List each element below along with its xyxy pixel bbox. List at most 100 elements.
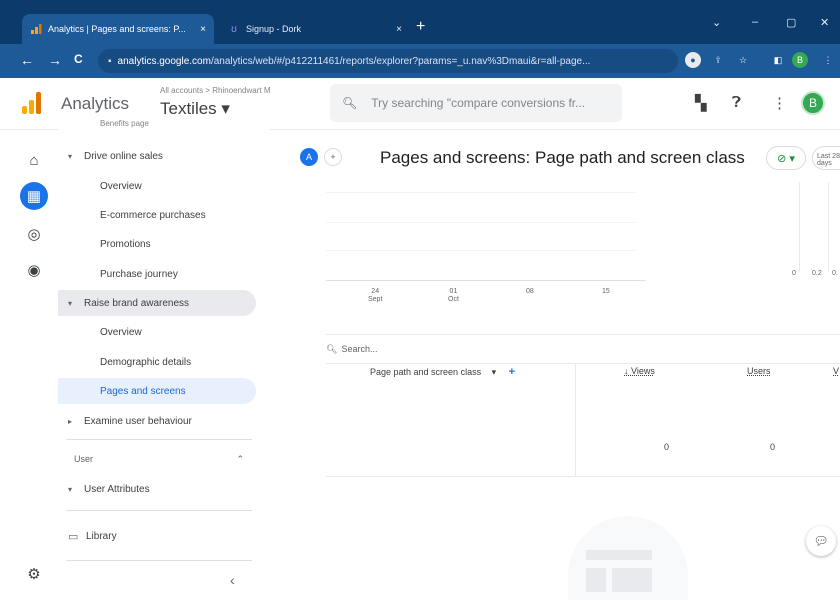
sidebar-item-promotions[interactable]: Promotions [58, 231, 151, 257]
side-chart-tick: 0 [792, 270, 796, 277]
close-window-button[interactable]: ✕ [820, 16, 829, 29]
lock-icon: ▪ [108, 55, 112, 67]
tab-close-icon[interactable]: × [200, 24, 206, 35]
explore-icon[interactable]: ◎ [22, 222, 46, 246]
tab-title: Analytics | Pages and screens: P... [48, 24, 186, 34]
browser-tab-strip: Analytics | Pages and screens: P... × ʊ … [0, 0, 840, 44]
more-options-icon[interactable]: ⋮ [772, 94, 787, 112]
x-tick-label: 08 [526, 288, 534, 295]
table-search-input[interactable]: 🔍︎ Search... [326, 334, 840, 364]
analytics-favicon [30, 23, 42, 35]
sidebar-item-label: Pages and screens [100, 385, 186, 397]
comparison-a-badge[interactable]: A [300, 148, 318, 166]
sidebar-item-label: Raise brand awareness [84, 297, 190, 309]
x-tick-label: 01 Oct [448, 288, 459, 303]
chevron-up-icon: ⌃ [236, 453, 244, 464]
dimension-column-header[interactable]: Page path and screen class ▾ + [370, 366, 515, 378]
views-column-header[interactable]: ↓ Views [624, 366, 655, 376]
extension-icon[interactable]: ● [685, 52, 701, 68]
sidebar-item-overview[interactable]: Overview [58, 173, 142, 199]
minimize-button[interactable]: – [752, 16, 758, 28]
section-label: User [74, 454, 94, 464]
gridline [326, 222, 636, 223]
cut-column-header[interactable]: V [833, 366, 839, 376]
table-search-placeholder: Search... [341, 344, 378, 354]
property-selector[interactable]: Textiles ▾ [160, 99, 230, 119]
home-icon[interactable]: ⌂ [22, 148, 46, 172]
forward-button[interactable]: → [48, 52, 62, 68]
side-chart-axis [828, 182, 829, 272]
add-comparison-button[interactable]: + [324, 148, 342, 166]
x-tick-label: 24 Sept [368, 288, 383, 303]
sidebar-item-label: Benefits page [100, 118, 149, 128]
add-dimension-icon[interactable]: + [509, 366, 515, 378]
gridline [326, 192, 636, 193]
divider [66, 510, 252, 511]
column-divider [575, 364, 576, 476]
tab-search-icon[interactable]: ⌄ [712, 16, 721, 29]
side-chart-tick: 0. [832, 270, 838, 277]
date-range-button[interactable]: Last 28 days [812, 146, 840, 170]
x-tick-label: 15 [602, 288, 610, 295]
page-title: Pages and screens: Page path and screen … [380, 148, 745, 167]
users-total-cell: 0 [770, 442, 776, 452]
feedback-icon[interactable]: 💬︎ [806, 526, 836, 556]
gridline [326, 250, 636, 251]
settings-gear-icon[interactable]: ⚙ [22, 562, 46, 586]
empty-state-illustration [568, 516, 688, 600]
advertising-icon[interactable]: ◉ [22, 258, 46, 282]
row-divider [326, 476, 840, 477]
share-icon[interactable]: ⇪ [710, 52, 726, 68]
sidebar-item-label: Overview [100, 326, 142, 338]
sidebar-item-label: Library [86, 530, 117, 542]
sidebar-item-user-attributes[interactable]: ▾ User Attributes [58, 476, 150, 502]
avatar[interactable]: B [801, 91, 825, 115]
dropdown-caret-icon[interactable]: ▾ [492, 367, 497, 377]
sidebar-item-label: Drive online sales [84, 150, 163, 162]
sidebar-item-brand-overview[interactable]: Overview [58, 319, 142, 345]
x-axis-line [326, 280, 646, 281]
sidebar-item-demographic-details[interactable]: Demographic details [58, 349, 191, 375]
sidebar-item-label: Overview [100, 180, 142, 192]
report-main: A + Pages and screens: Page path and scr… [270, 130, 840, 600]
profile-icon[interactable]: B [792, 52, 808, 68]
sidebar-item-purchase-journey[interactable]: Purchase journey [58, 261, 178, 287]
tab-signup[interactable]: ʊ Signup - Dork × [220, 14, 410, 44]
sidebar-item-pages-and-screens[interactable]: Pages and screens [58, 378, 256, 404]
tab-analytics[interactable]: Analytics | Pages and screens: P... × [22, 14, 214, 44]
search-input[interactable]: 🔍︎ Try searching "compare conversions fr… [330, 84, 622, 122]
help-icon[interactable]: ❓︎ [732, 94, 741, 111]
chevron-right-icon: ▸ [68, 416, 73, 426]
account-breadcrumb[interactable]: All accounts > Rhinoendwart M [160, 86, 271, 95]
maximize-button[interactable]: ▢ [786, 16, 796, 29]
sidebar-item-label: Purchase journey [100, 268, 178, 280]
search-icon: 🔍︎ [342, 96, 358, 110]
sidebar-item-raise-brand-awareness[interactable]: ▾ Raise brand awareness [58, 290, 256, 316]
sidebar-section-user[interactable]: User ⌃ [58, 446, 256, 472]
sidepanel-icon[interactable]: ◧ [770, 52, 786, 68]
tab-title: Signup - Dork [246, 24, 302, 34]
sidebar-item-examine-user-behaviour[interactable]: ▸ Examine user behaviour [58, 408, 192, 434]
analytics-logo-icon[interactable] [22, 92, 44, 114]
sidebar-item-library[interactable]: ▭ Library [58, 523, 117, 549]
new-tab-button[interactable]: + [416, 18, 425, 36]
apps-grid-icon[interactable]: ▚ [695, 94, 707, 112]
reload-button[interactable]: C [74, 52, 83, 66]
url-host: analytics.google.com [117, 55, 211, 67]
url-field[interactable]: ▪ analytics.google.com /analytics/web/#/… [98, 49, 678, 73]
reports-sidebar: Benefits page ▾ Drive online sales Overv… [58, 119, 270, 600]
sidebar-item-label: Examine user behaviour [84, 415, 192, 427]
collapse-sidebar-icon[interactable]: ‹ [230, 572, 235, 588]
browser-menu-icon[interactable]: ⋮ [820, 52, 836, 68]
users-column-header[interactable]: Users [747, 366, 771, 376]
back-button[interactable]: ← [20, 52, 34, 68]
sidebar-item-ecommerce-purchases[interactable]: E-commerce purchases [58, 202, 206, 228]
sidebar-item-benefits[interactable]: Benefits page [58, 116, 149, 130]
sidebar-item-drive-online-sales[interactable]: ▾ Drive online sales [58, 143, 163, 169]
data-quality-status-button[interactable]: ⊘ ▾ [766, 146, 806, 170]
sidebar-item-label: E-commerce purchases [100, 209, 206, 221]
tab-close-icon[interactable]: × [396, 24, 402, 35]
reports-icon[interactable]: ▦ [20, 182, 48, 210]
chevron-down-icon: ▾ [68, 298, 73, 308]
bookmark-star-icon[interactable]: ☆ [735, 52, 751, 68]
